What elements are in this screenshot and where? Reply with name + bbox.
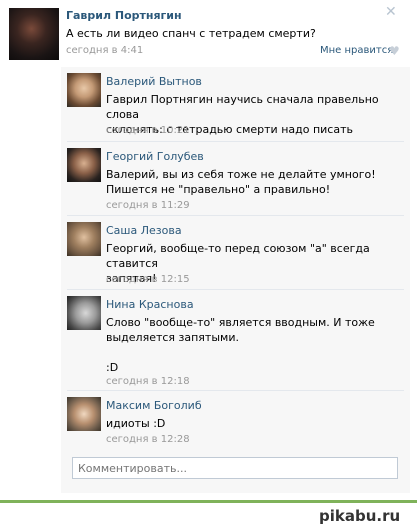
comment: Валерий Вытнов Гаврил Портнягин научись …: [61, 67, 410, 137]
like-button[interactable]: Мне нравится: [320, 45, 393, 56]
comment-timestamp[interactable]: сегодня в 12:28: [106, 434, 190, 445]
comment-timestamp[interactable]: сегодня в 12:15: [106, 274, 190, 285]
commenter-avatar[interactable]: [67, 296, 101, 330]
comment-input[interactable]: [72, 457, 398, 479]
comment-timestamp[interactable]: сегодня в 10:21: [106, 125, 190, 136]
comment: Максим Боголиб идиоты :D сегодня в 12:28: [61, 391, 410, 451]
comment-text: Слово "вообще-то" является вводным. И то…: [106, 316, 375, 374]
comment-timestamp[interactable]: сегодня в 11:29: [106, 200, 190, 211]
comment: Саша Лезова Георгий, вообще-то перед сою…: [61, 216, 410, 286]
comment-timestamp[interactable]: сегодня в 12:18: [106, 376, 190, 387]
comment-text: Валерий, вы из себя тоже не делайте умно…: [106, 168, 376, 196]
close-icon[interactable]: ✕: [385, 5, 397, 19]
commenter-avatar[interactable]: [67, 397, 101, 431]
post-author-avatar[interactable]: [9, 8, 59, 60]
commenter-name[interactable]: Георгий Голубев: [106, 150, 204, 163]
comments-list: Валерий Вытнов Гаврил Портнягин научись …: [61, 67, 410, 493]
commenter-name[interactable]: Максим Боголиб: [106, 399, 202, 412]
post: Гаврил Портнягин ✕ А есть ли видео спанч…: [0, 0, 417, 500]
post-author-name[interactable]: Гаврил Портнягин: [66, 9, 182, 22]
commenter-name[interactable]: Саша Лезова: [106, 224, 182, 237]
commenter-avatar[interactable]: [67, 222, 101, 256]
post-timestamp[interactable]: сегодня в 4:41: [66, 45, 143, 56]
site-logo[interactable]: pikabu.ru: [319, 507, 400, 525]
commenter-name[interactable]: Нина Краснова: [106, 298, 194, 311]
comment: Георгий Голубев Валерий, вы из себя тоже…: [61, 142, 410, 212]
footer-accent-line: [0, 500, 417, 503]
commenter-avatar[interactable]: [67, 148, 101, 182]
comment-text: идиоты :D: [106, 417, 166, 430]
commenter-name[interactable]: Валерий Вытнов: [106, 75, 202, 88]
post-text: А есть ли видео спанч с тетрадем смерти?: [66, 27, 316, 40]
commenter-avatar[interactable]: [67, 73, 101, 107]
heart-icon[interactable]: ♥: [389, 44, 400, 58]
comment: Нина Краснова Слово "вообще-то" является…: [61, 290, 410, 390]
